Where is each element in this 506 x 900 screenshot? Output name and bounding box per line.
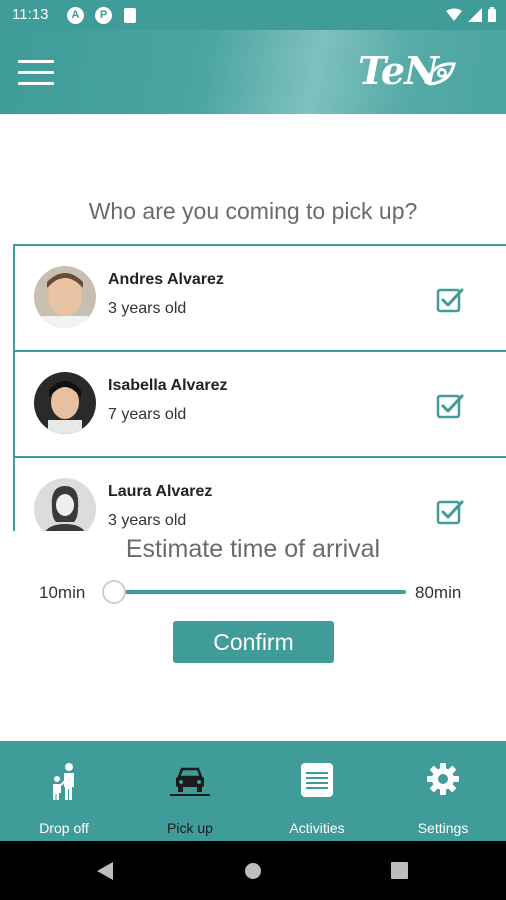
checkbox-checked-icon[interactable] [436, 286, 464, 314]
eta-title: Estimate time of arrival [125, 535, 381, 563]
eta-min-label: 10min [39, 583, 86, 602]
sd-card-icon [124, 8, 136, 23]
child-row[interactable]: Isabella Alvarez 7 years old [15, 350, 506, 456]
nav-drop-off[interactable]: Drop off [1, 741, 127, 841]
parent-child-icon [53, 763, 74, 800]
checkbox-checked-icon[interactable] [436, 392, 464, 420]
child-avatar [34, 266, 96, 328]
nav-label: Activities [289, 820, 345, 836]
child-name: Andres Alvarez [108, 271, 224, 288]
wifi-icon [446, 8, 462, 21]
nav-settings[interactable]: Settings [380, 741, 506, 841]
nav-activities[interactable]: Activities [254, 741, 380, 841]
app-bar: TeN [0, 30, 506, 114]
notification-p-icon: P [95, 7, 112, 24]
child-row[interactable]: Andres Alvarez 3 years old [15, 244, 506, 350]
list-icon [301, 763, 333, 797]
child-age: 7 years old [108, 406, 187, 423]
back-icon[interactable] [96, 861, 114, 881]
gear-icon [427, 763, 459, 795]
page-heading: Who are you coming to pick up? [88, 198, 418, 224]
nav-label: Settings [417, 820, 469, 836]
signal-icon [468, 7, 482, 22]
child-row[interactable]: Laura Alvarez 3 years old [15, 456, 506, 531]
eta-slider-thumb[interactable] [102, 580, 126, 604]
car-icon [170, 767, 210, 796]
nav-label: Drop off [39, 820, 89, 836]
recents-icon[interactable] [391, 862, 408, 879]
child-name: Laura Alvarez [108, 483, 213, 500]
battery-icon [488, 7, 496, 22]
eta-max-label: 80min [415, 583, 462, 602]
menu-icon[interactable] [18, 60, 54, 86]
child-age: 3 years old [108, 300, 187, 317]
checkbox-checked-icon[interactable] [436, 498, 464, 526]
nav-pick-up[interactable]: Pick up [127, 741, 253, 841]
child-age: 3 years old [108, 512, 187, 529]
leaf-mascot-icon [424, 62, 456, 86]
child-name: Isabella Alvarez [108, 377, 228, 394]
confirm-button[interactable]: Confirm [173, 621, 334, 663]
notification-a-icon: A [67, 7, 84, 24]
bottom-nav: Drop off Pick up Activities Settings [0, 741, 506, 841]
child-avatar-placeholder [34, 478, 96, 531]
status-time: 11:13 [12, 6, 49, 23]
nav-label: Pick up [167, 820, 213, 836]
home-icon[interactable] [244, 862, 262, 880]
child-avatar [34, 372, 96, 434]
eta-slider-track[interactable] [114, 590, 406, 594]
system-nav-bar [0, 841, 506, 900]
children-list[interactable]: Andres Alvarez 3 years old Isabella Alva… [13, 244, 506, 531]
status-bar: 11:13 A P [0, 0, 506, 30]
